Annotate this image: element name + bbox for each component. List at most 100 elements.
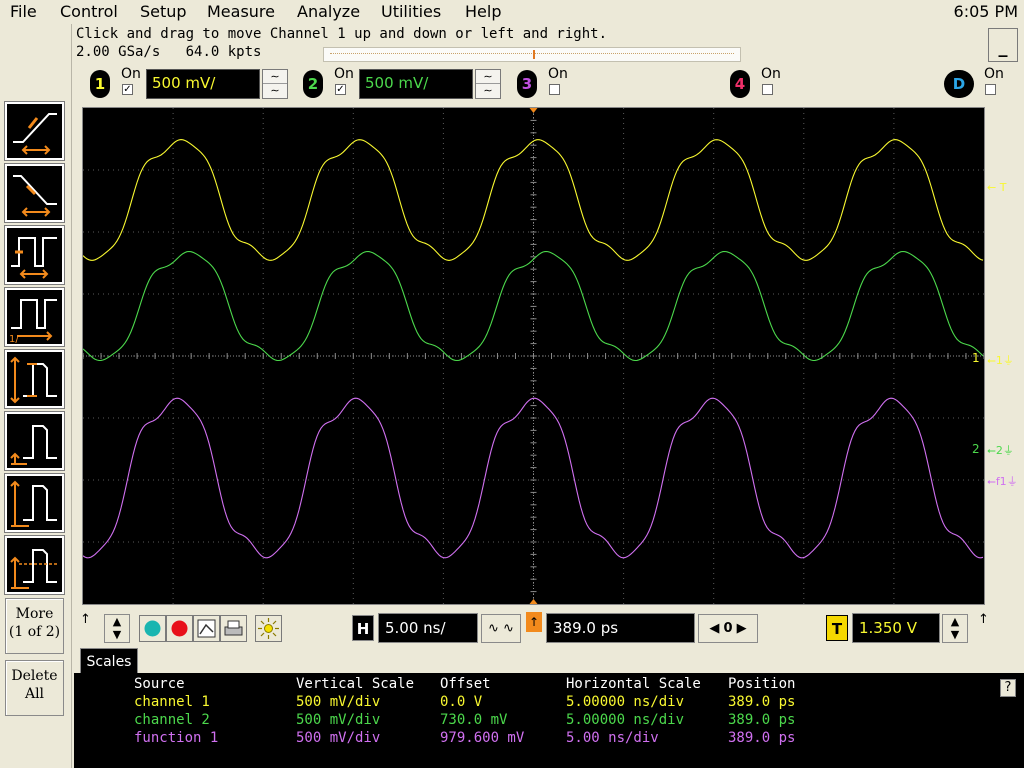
display-brightness-button[interactable] (255, 615, 282, 642)
trigger-marker-label: T (999, 181, 1007, 194)
single-button[interactable] (193, 615, 220, 642)
clock: 6:05 PM (953, 2, 1018, 21)
trigger-scroll-icon[interactable]: ↑ (978, 612, 989, 627)
channel-3-badge[interactable]: 3 (517, 70, 537, 98)
channel-2-badge[interactable]: 2 (303, 70, 323, 98)
channel-1-coupling[interactable]: ∼ ∼ (262, 69, 288, 99)
channel-2-ref-label: 2 (995, 444, 1003, 457)
menu-file[interactable]: File (10, 2, 37, 21)
channel-1-on-label: On (121, 66, 141, 82)
function-1-ref-label: f1 (995, 475, 1007, 488)
print-button[interactable] (220, 615, 247, 642)
delete-all-button[interactable]: Delete All (5, 660, 64, 716)
nudge-up-icon[interactable]: ▲ (105, 615, 129, 628)
channel-1-badge[interactable]: 1 (90, 70, 110, 98)
trigger-level-marker[interactable]: ← T (987, 181, 1006, 194)
trigger-label: T (826, 615, 848, 641)
edge-rising-trigger-button[interactable] (4, 101, 65, 161)
runt-icon (10, 356, 57, 404)
function-1-ground-marker[interactable]: ⭠f1⏚ (987, 473, 1018, 489)
minimize-button[interactable]: _ (988, 28, 1018, 62)
more-page-label: (1 of 2) (8, 624, 61, 640)
delay-marker-icon: ↑ (526, 612, 542, 632)
channel-2-coupling[interactable]: ∼ ∼ (475, 69, 501, 99)
delay-step-control[interactable]: ◀ 0 ▶ (698, 614, 758, 643)
menu-help[interactable]: Help (465, 2, 501, 21)
delay-left-icon[interactable]: ◀ (709, 621, 719, 636)
ac-coupling-icon[interactable]: ∼ (263, 70, 287, 84)
pulse-width-icon (11, 237, 57, 279)
digital-channels-badge[interactable]: D (944, 70, 974, 98)
horizontal-scale-value[interactable]: 5.00 ns/ (378, 613, 478, 643)
dc-coupling-icon[interactable]: ∼ (263, 84, 287, 98)
row-source: channel 2 (134, 712, 210, 728)
channel-1-on-checkbox[interactable]: ✓ (122, 84, 133, 95)
channel-4-on-label: On (761, 66, 781, 82)
rising-edge-icon (13, 113, 57, 155)
dc-coupling-icon[interactable]: ∼ (476, 84, 500, 98)
more-label: More (15, 606, 54, 622)
runt-trigger-button[interactable] (4, 349, 65, 409)
horizontal-position-value[interactable]: 389.0 ps (546, 613, 695, 643)
trigger-level-stepper[interactable]: ▲ ▼ (942, 614, 968, 643)
row-horizontal-scale: 5.00 ns/div (566, 730, 659, 746)
delete-label: Delete (11, 668, 58, 684)
transition-icon (10, 425, 57, 465)
row-vertical-scale: 500 mV/div (296, 694, 381, 710)
pattern-trigger-button[interactable]: 1/ (4, 287, 65, 347)
menu-measure[interactable]: Measure (207, 2, 275, 21)
nudge-down-icon[interactable]: ▼ (105, 628, 129, 641)
channel-1-ground-marker[interactable]: ⭠1⏚ (987, 352, 1014, 368)
pulse-width-trigger-button[interactable] (4, 225, 65, 285)
row-vertical-scale: 500 mV/div (296, 730, 381, 746)
window-trigger-button[interactable] (4, 535, 65, 595)
ac-coupling-icon[interactable]: ∼ (476, 70, 500, 84)
channel-4-badge[interactable]: 4 (730, 70, 750, 98)
trigger-up-icon[interactable]: ▲ (943, 615, 967, 628)
menu-utilities[interactable]: Utilities (381, 2, 441, 21)
row-source: channel 1 (134, 694, 210, 710)
menu-setup[interactable]: Setup (140, 2, 187, 21)
header-vertical-scale: Vertical Scale (296, 676, 415, 692)
channel-2-ground-marker[interactable]: ⭠2⏚ (987, 442, 1014, 458)
transition-trigger-button[interactable] (4, 411, 65, 471)
row-horizontal-scale: 5.00000 ns/div (566, 712, 685, 728)
more-button[interactable]: More (1 of 2) (5, 598, 64, 654)
digital-on-checkbox[interactable] (985, 84, 996, 95)
single-acquisition-icon (197, 619, 216, 638)
run-button[interactable] (139, 615, 166, 642)
stop-icon (171, 620, 188, 637)
channel-2-on-checkbox[interactable]: ✓ (335, 84, 346, 95)
acquisition-info: 2.00 GSa/s 64.0 kpts (76, 44, 261, 60)
channel-4-on-checkbox[interactable] (762, 84, 773, 95)
scales-panel: Source Vertical Scale Offset Horizontal … (74, 673, 1024, 768)
vertical-nudge-button[interactable]: ▲ ▼ (104, 614, 130, 643)
help-button[interactable]: ? (1000, 679, 1016, 697)
edge-falling-trigger-button[interactable] (4, 163, 65, 223)
setup-hold-icon (10, 480, 57, 527)
tab-scales[interactable]: Scales (80, 648, 138, 674)
channel-3-on-label: On (548, 66, 568, 82)
trigger-down-icon[interactable]: ▼ (943, 628, 967, 641)
stop-button[interactable] (166, 615, 193, 642)
menu-analyze[interactable]: Analyze (297, 2, 360, 21)
row-horizontal-scale: 5.00000 ns/div (566, 694, 685, 710)
horizontal-position-bar[interactable] (323, 47, 741, 62)
delay-right-icon[interactable]: ▶ (737, 621, 747, 636)
trigger-level-value[interactable]: 1.350 V (852, 613, 940, 643)
header-source: Source (134, 676, 185, 692)
channel-2-on-label: On (334, 66, 354, 82)
row-position: 389.0 ps (728, 730, 796, 746)
channel-1-scale[interactable]: 500 mV/ (146, 69, 260, 99)
channel-2-scale[interactable]: 500 mV/ (359, 69, 473, 99)
channel-3-on-checkbox[interactable] (549, 84, 560, 95)
row-position: 389.0 ps (728, 712, 796, 728)
horizontal-scale-knob[interactable]: ∿ ∿ (481, 614, 521, 643)
trigger-time-marker-top (529, 108, 538, 113)
setup-hold-trigger-button[interactable] (4, 473, 65, 533)
row-vertical-scale: 500 mV/div (296, 712, 381, 728)
waveform-display[interactable] (82, 107, 985, 605)
menu-control[interactable]: Control (60, 2, 118, 21)
window-icon (10, 549, 59, 589)
scroll-up-small-icon[interactable]: ↑ (80, 612, 91, 627)
